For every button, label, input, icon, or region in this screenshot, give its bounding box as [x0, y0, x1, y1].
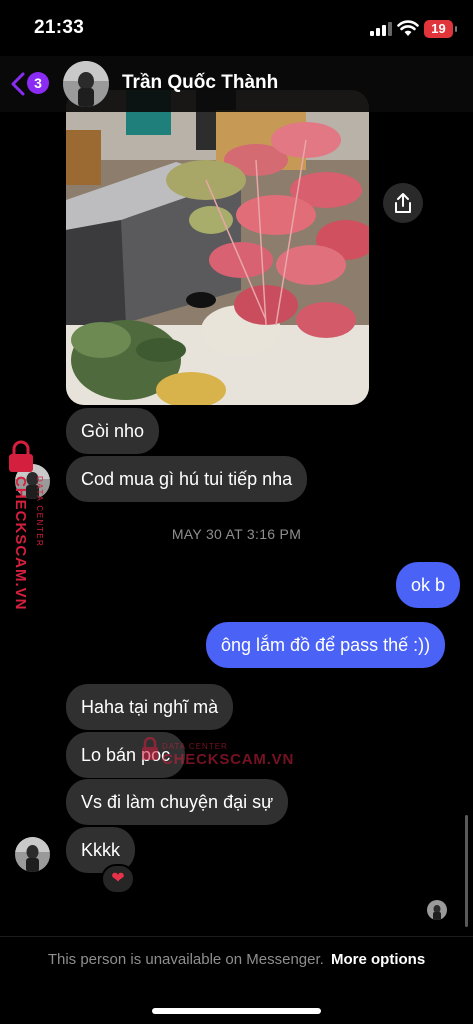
watermark-side: CHECKSCAM.VN DATA CENTER — [4, 440, 48, 640]
photo-message[interactable] — [66, 90, 369, 405]
more-options-link[interactable]: More options — [331, 951, 425, 968]
signal-icon — [370, 22, 392, 36]
message-bubble-outgoing[interactable]: ok b — [396, 562, 461, 608]
lock-logo-icon — [9, 440, 33, 472]
seen-indicator-avatar — [427, 900, 447, 920]
heart-reaction[interactable]: ❤ — [101, 864, 135, 894]
wifi-icon — [397, 20, 419, 36]
battery-icon: 19 — [424, 20, 457, 38]
watermark-center-text: CHECKSCAM.VN — [162, 751, 295, 768]
watermark-side-small: DATA CENTER — [35, 476, 44, 548]
message-timestamp: MAY 30 AT 3:16 PM — [171, 526, 302, 542]
share-button[interactable] — [383, 183, 423, 223]
message-bubble-incoming[interactable]: Haha tại nghĩ mà — [66, 684, 234, 730]
back-chevron-icon[interactable] — [10, 72, 26, 96]
watermark-center: DATA CENTER CHECKSCAM.VN — [140, 735, 300, 775]
message-bubble-incoming[interactable]: Vs đi làm chuyện đại sự — [66, 779, 289, 825]
sender-avatar[interactable] — [15, 837, 50, 872]
conversation-header: 3 Trần Quốc Thành — [0, 56, 473, 112]
contact-avatar[interactable] — [63, 61, 109, 107]
watermark-center-small: DATA CENTER — [162, 742, 228, 751]
contact-name[interactable]: Trần Quốc Thành — [122, 72, 278, 94]
status-bar: 21:33 19 — [0, 0, 473, 56]
status-time: 21:33 — [34, 17, 85, 38]
lock-logo-icon — [142, 737, 158, 760]
message-bubble-incoming[interactable]: Cod mua gì hú tui tiếp nha — [66, 456, 308, 502]
unavailable-note: This person is unavailable on Messenger. — [47, 951, 324, 968]
message-bubble-incoming[interactable]: Gòi nho — [66, 408, 160, 454]
share-icon — [395, 193, 411, 213]
footer-divider — [0, 936, 473, 937]
heart-icon: ❤ — [111, 870, 125, 887]
plant-photo — [66, 90, 369, 405]
home-indicator[interactable] — [152, 1008, 321, 1014]
unavailable-footer: This person is unavailable on Messenger.… — [0, 951, 473, 968]
unread-count-badge[interactable]: 3 — [27, 72, 49, 94]
scrollbar[interactable] — [465, 815, 468, 927]
watermark-side-text: CHECKSCAM.VN — [12, 476, 29, 611]
message-bubble-outgoing[interactable]: ông lắm đồ để pass thế :)) — [206, 622, 446, 668]
